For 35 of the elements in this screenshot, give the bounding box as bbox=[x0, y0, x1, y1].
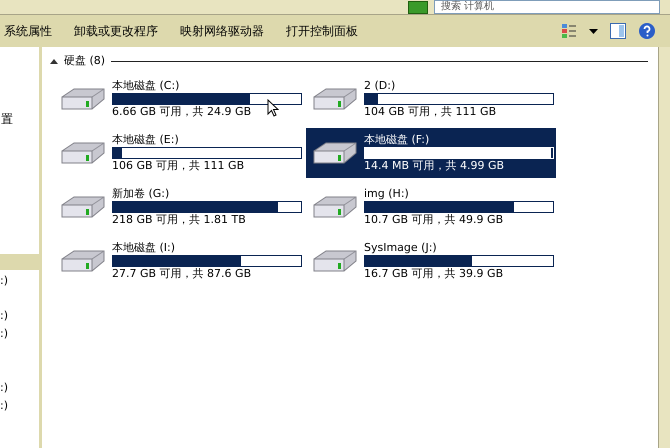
nav-item[interactable]: :) bbox=[0, 399, 39, 413]
toolbar-button[interactable]: 卸载或更改程序 bbox=[70, 19, 162, 43]
preview-pane-icon[interactable] bbox=[610, 23, 626, 39]
view-list-icon[interactable] bbox=[561, 23, 577, 39]
nav-item[interactable]: :) bbox=[0, 327, 39, 341]
dropdown-caret-icon[interactable] bbox=[589, 28, 598, 34]
free-space-text: 14.4 MB 可用，共 4.99 GB bbox=[364, 158, 504, 172]
free-space-text: 6.66 GB 可用，共 24.9 GB bbox=[112, 104, 252, 118]
toolbar-button[interactable]: 打开控制面板 bbox=[282, 19, 362, 43]
free-space-text: 10.7 GB 可用，共 49.9 GB bbox=[364, 212, 504, 226]
drive-name: 本地磁盘 (I:) bbox=[112, 240, 176, 254]
mouse-cursor-icon bbox=[267, 99, 279, 117]
free-space-text: 106 GB 可用，共 111 GB bbox=[112, 158, 244, 172]
help-icon[interactable] bbox=[638, 22, 656, 40]
drive-name: 2 (D:) bbox=[364, 78, 396, 92]
drive-name: 新加卷 (G:) bbox=[112, 186, 170, 200]
drive-item[interactable]: 本地磁盘 (F:) 14.4 MB 可用，共 4.99 GB bbox=[306, 128, 556, 178]
free-space-text: 218 GB 可用，共 1.81 TB bbox=[112, 212, 246, 226]
free-space-text: 16.7 GB 可用，共 39.9 GB bbox=[364, 266, 504, 280]
toolbar-button[interactable]: 映射网络驱动器 bbox=[176, 19, 268, 43]
nav-item[interactable]: :) bbox=[0, 381, 39, 395]
drive-name: 本地磁盘 (E:) bbox=[112, 132, 180, 146]
free-space-text: 104 GB 可用，共 111 GB bbox=[364, 104, 496, 118]
nav-item[interactable]: :) bbox=[0, 309, 39, 323]
toolbar-button[interactable]: 系统属性 bbox=[0, 19, 56, 43]
drive-name: img (H:) bbox=[364, 186, 410, 200]
search-field[interactable]: 搜索 计算机 bbox=[434, 0, 660, 14]
drive-name: SysImage (J:) bbox=[364, 240, 438, 254]
collapse-caret-icon[interactable] bbox=[50, 58, 58, 64]
nav-item[interactable]: 置 bbox=[0, 110, 39, 128]
group-header[interactable]: 硬盘 (8) bbox=[64, 53, 106, 70]
nav-item[interactable]: :) bbox=[0, 274, 39, 288]
free-space-text: 27.7 GB 可用，共 87.6 GB bbox=[112, 266, 252, 280]
drive-name: 本地磁盘 (C:) bbox=[112, 78, 180, 92]
drive-name: 本地磁盘 (F:) bbox=[364, 132, 430, 146]
